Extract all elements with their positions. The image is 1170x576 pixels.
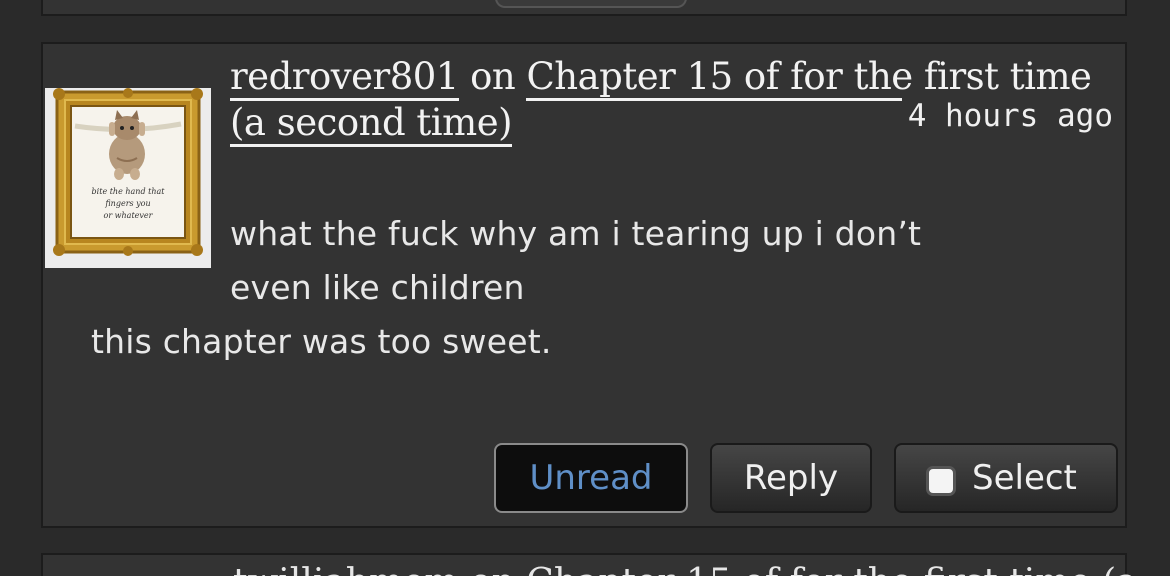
comment-body-line: what the fuck why am i tearing up i don’… [230, 214, 922, 253]
unread-button[interactable]: Unread [494, 443, 688, 513]
avatar[interactable]: bite the hand that fingers you or whatev… [45, 88, 211, 268]
author-link[interactable]: redrover801 [230, 55, 459, 101]
reply-button-label: Reply [743, 458, 839, 498]
comment-body-line: this chapter was too sweet. [91, 322, 552, 361]
comment-body-line: even like children [230, 268, 525, 307]
heading-on-word: on [470, 55, 516, 98]
avatar-caption-line: bite the hand that [91, 187, 165, 196]
select-button-label: Select [972, 458, 1077, 498]
select-checkbox[interactable] [926, 466, 956, 496]
avatar-caption-line: fingers you [105, 199, 151, 208]
comment-card: bite the hand that fingers you or whatev… [41, 42, 1127, 528]
previous-comment-card [41, 0, 1127, 16]
select-button[interactable]: Select [894, 443, 1118, 513]
avatar-caption-line: or whatever [103, 211, 153, 220]
comment-timestamp: 4 hours ago [901, 98, 1113, 134]
avatar-image [45, 88, 211, 268]
comments-page: bite the hand that fingers you or whatev… [0, 0, 1170, 576]
next-comment-card: twilliahmem on Chapter 15 of for the fir… [41, 553, 1138, 576]
previous-comment-button-edge[interactable] [495, 0, 687, 8]
unread-button-label: Unread [529, 458, 653, 498]
next-comment-heading[interactable]: twilliahmem on Chapter 15 of for the fir… [233, 563, 1138, 576]
avatar-caption: bite the hand that fingers you or whatev… [75, 186, 181, 222]
reply-button[interactable]: Reply [710, 443, 872, 513]
